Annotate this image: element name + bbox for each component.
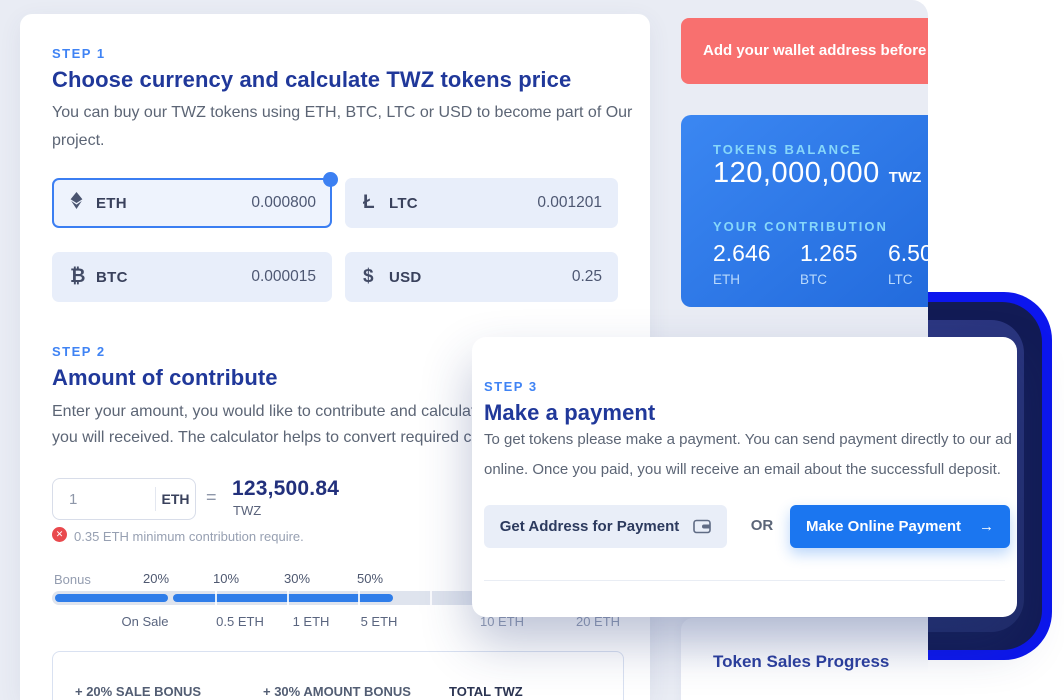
tokens-balance-amount-row: 120,000,000 TWZ	[713, 157, 921, 190]
get-address-label: Get Address for Payment	[500, 518, 680, 535]
make-online-payment-button[interactable]: Make Online Payment →	[790, 505, 1010, 548]
equals-sign: =	[206, 487, 217, 508]
contribution-eth: 2.646 ETH	[713, 240, 771, 287]
bonus-percent: 10%	[213, 571, 239, 586]
step3-label: STEP 3	[484, 379, 538, 394]
amount-bonus-label: + 30% AMOUNT BONUS	[263, 684, 411, 699]
track-tick	[430, 591, 432, 605]
token-result-unit: TWZ	[233, 503, 261, 518]
step3-title: Make a payment	[484, 400, 655, 426]
btc-icon: ₿	[70, 266, 96, 288]
step2-description-line1: Enter your amount, you would like to con…	[52, 403, 484, 421]
get-address-button[interactable]: Get Address for Payment	[484, 505, 727, 548]
contribution-currency: BTC	[800, 272, 858, 287]
bonus-percent: 20%	[143, 571, 169, 586]
contribution-btc: 1.265 BTC	[800, 240, 858, 287]
track-tick	[287, 591, 289, 605]
contribution-value: 1.265	[800, 240, 858, 267]
step2-label: STEP 2	[52, 344, 106, 359]
step1-description-line1: You can buy our TWZ tokens using ETH, BT…	[52, 104, 632, 122]
track-tick	[358, 591, 360, 605]
step1-title: Choose currency and calculate TWZ tokens…	[52, 67, 571, 93]
step1-description-line2: project.	[52, 132, 104, 150]
tokens-balance-amount: 120,000,000	[713, 157, 880, 190]
make-payment-card: STEP 3 Make a payment To get tokens plea…	[472, 337, 1017, 617]
contribution-value: 6.500	[888, 240, 928, 267]
step2-description-line2: you will received. The calculator helps …	[52, 429, 486, 447]
step3-description-line1: To get tokens please make a payment. You…	[484, 431, 1012, 448]
sale-bonus-label: + 20% SALE BONUS	[75, 684, 201, 699]
currency-rate: 0.25	[572, 268, 602, 286]
currency-code: BTC	[96, 269, 128, 286]
amount-input-box: ETH	[52, 478, 196, 520]
error-icon: ✕	[52, 527, 67, 542]
currency-button-ltc[interactable]: Ł LTC 0.001201	[345, 178, 618, 228]
currency-code: ETH	[96, 195, 127, 212]
arrow-right-icon: →	[979, 518, 994, 535]
minimum-contribution-error: 0.35 ETH minimum contribution require.	[74, 529, 304, 544]
amount-input[interactable]	[53, 491, 155, 508]
step3-description-line2: online. Once you paid, you will receive …	[484, 461, 1001, 478]
amount-unit-label: ETH	[155, 487, 195, 511]
ltc-icon: Ł	[363, 192, 389, 214]
contribution-currency: ETH	[713, 272, 771, 287]
selected-dot	[323, 172, 338, 187]
make-online-payment-label: Make Online Payment	[806, 518, 961, 535]
track-tick	[215, 591, 217, 605]
currency-rate: 0.001201	[537, 194, 602, 212]
tokens-balance-card: TOKENS BALANCE 120,000,000 TWZ YOUR CONT…	[681, 115, 928, 307]
currency-button-eth[interactable]: ETH 0.000800	[52, 178, 332, 228]
step1-label: STEP 1	[52, 46, 106, 61]
bonus-percent: 50%	[357, 571, 383, 586]
tokens-balance-label: TOKENS BALANCE	[713, 142, 862, 157]
bonus-progress-fill	[55, 594, 168, 602]
milestone-label: 1 ETH	[293, 614, 330, 629]
bonus-progress-fill	[173, 594, 393, 602]
your-contribution-label: YOUR CONTRIBUTION	[713, 219, 888, 234]
contribution-ltc: 6.500 LTC	[888, 240, 928, 287]
currency-code: LTC	[389, 195, 418, 212]
currency-rate: 0.000800	[251, 194, 316, 212]
usd-icon: $	[363, 266, 389, 288]
wallet-warning-alert: Add your wallet address before bu	[681, 18, 928, 84]
currency-button-btc[interactable]: ₿ BTC 0.000015	[52, 252, 332, 302]
eth-icon	[70, 192, 96, 215]
bonus-label: Bonus	[54, 572, 91, 587]
milestone-label: 0.5 ETH	[216, 614, 264, 629]
wallet-icon	[693, 519, 711, 534]
step3-divider	[484, 580, 1005, 581]
tokens-balance-unit: TWZ	[889, 169, 921, 186]
step2-title: Amount of contribute	[52, 365, 278, 391]
contribution-value: 2.646	[713, 240, 771, 267]
contribution-currency: LTC	[888, 272, 928, 287]
milestone-label: On Sale	[122, 614, 169, 629]
currency-button-usd[interactable]: $ USD 0.25	[345, 252, 618, 302]
bonus-summary-box: + 20% SALE BONUS + 30% AMOUNT BONUS TOTA…	[52, 651, 624, 700]
or-label: OR	[751, 517, 774, 534]
token-result-value: 123,500.84	[232, 477, 339, 501]
bonus-percent: 30%	[284, 571, 310, 586]
currency-rate: 0.000015	[251, 268, 316, 286]
token-sales-progress-card: Token Sales Progress	[681, 618, 928, 700]
total-twz-label: TOTAL TWZ	[449, 684, 523, 699]
milestone-label: 5 ETH	[361, 614, 398, 629]
token-sales-progress-title: Token Sales Progress	[713, 652, 889, 672]
currency-code: USD	[389, 269, 422, 286]
